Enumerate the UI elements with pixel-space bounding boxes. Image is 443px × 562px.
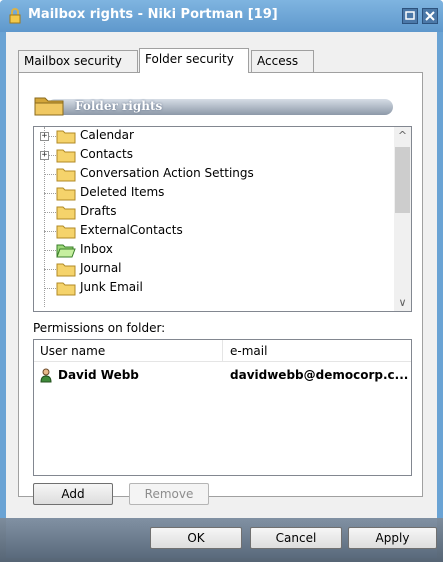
folder-icon — [56, 187, 76, 201]
dialog-window: Mailbox rights - Niki Portman [19] Mailb… — [0, 0, 443, 562]
tree-item-drafts[interactable]: Drafts — [34, 203, 389, 222]
tree-connector — [44, 250, 56, 251]
open-folder-icon — [56, 244, 76, 258]
tree-item-contacts[interactable]: + Contacts — [34, 146, 389, 165]
column-header-email[interactable]: e-mail — [230, 344, 267, 358]
close-icon — [425, 11, 435, 21]
tree-item-label: Conversation Action Settings — [80, 166, 254, 180]
ok-button[interactable]: OK — [150, 527, 242, 549]
tab-folder-security[interactable]: Folder security — [139, 48, 249, 73]
scroll-down-arrow-icon[interactable]: ∨ — [394, 294, 411, 311]
restore-button[interactable] — [402, 8, 418, 24]
scroll-thumb[interactable] — [395, 147, 410, 213]
folder-icon — [34, 97, 64, 116]
folder-icon — [56, 168, 76, 182]
tree-connector — [44, 269, 56, 270]
expand-icon[interactable]: + — [40, 151, 49, 160]
tree-item-label: Junk Email — [80, 280, 143, 294]
user-email: davidwebb@democorp.c... — [230, 368, 408, 382]
folder-tree[interactable]: + Calendar + Contacts Conversation Actio… — [33, 126, 412, 312]
tree-item-label: Calendar — [80, 128, 134, 142]
dialog-client: Mailbox security Folder security Access … — [6, 32, 437, 518]
restore-icon — [405, 11, 415, 20]
tree-item-calendar[interactable]: + Calendar — [34, 127, 389, 146]
tab-access[interactable]: Access — [251, 50, 314, 72]
title-bar[interactable]: Mailbox rights - Niki Portman [19] — [0, 0, 443, 32]
folder-icon — [56, 282, 76, 296]
user-icon — [40, 368, 52, 383]
tree-item-junk-email[interactable]: Junk Email — [34, 279, 389, 298]
folder-icon — [56, 225, 76, 239]
folder-icon — [56, 263, 76, 277]
add-button[interactable]: Add — [33, 483, 113, 505]
permissions-header: User name e-mail — [34, 340, 411, 362]
tree-connector — [44, 288, 56, 289]
permissions-label: Permissions on folder: — [33, 321, 166, 335]
tree-item-label: ExternalContacts — [80, 223, 183, 237]
user-name: David Webb — [58, 368, 139, 382]
remove-button[interactable]: Remove — [129, 483, 209, 505]
tree-item-inbox[interactable]: Inbox — [34, 241, 389, 260]
tree-connector — [48, 155, 56, 156]
window-title: Mailbox rights - Niki Portman [19] — [28, 7, 278, 22]
tab-mailbox-security[interactable]: Mailbox security — [18, 50, 138, 72]
column-divider[interactable] — [222, 340, 223, 362]
permissions-list[interactable]: User name e-mail David Webb davidwebb@de… — [33, 339, 412, 476]
tree-item-label: Journal — [80, 261, 122, 275]
folder-security-panel: Folder rights + Calendar + Contacts Conv… — [18, 72, 423, 505]
bottom-button-bar: OK Cancel Apply — [0, 518, 443, 562]
folder-icon — [56, 149, 76, 163]
tree-scrollbar[interactable]: ^ ∨ — [394, 127, 411, 311]
scroll-up-arrow-icon[interactable]: ^ — [394, 127, 411, 144]
tree-connector — [44, 193, 56, 194]
apply-button[interactable]: Apply — [348, 527, 437, 549]
lock-icon — [9, 8, 21, 24]
folder-icon — [56, 206, 76, 220]
tree-item-conversation-action-settings[interactable]: Conversation Action Settings — [34, 165, 389, 184]
folder-icon — [56, 130, 76, 144]
tree-connector — [44, 174, 56, 175]
table-row[interactable]: David Webb davidwebb@democorp.c... — [34, 366, 411, 386]
expand-icon[interactable]: + — [40, 132, 49, 141]
column-header-user-name[interactable]: User name — [40, 344, 105, 358]
tree-item-label: Inbox — [80, 242, 113, 256]
tree-item-label: Deleted Items — [80, 185, 165, 199]
tree-item-label: Contacts — [80, 147, 133, 161]
cancel-button[interactable]: Cancel — [250, 527, 342, 549]
tree-item-journal[interactable]: Journal — [34, 260, 389, 279]
tree-item-deleted-items[interactable]: Deleted Items — [34, 184, 389, 203]
tree-connector — [44, 231, 56, 232]
tree-connector — [48, 136, 56, 137]
close-button[interactable] — [422, 8, 438, 24]
folder-rights-title: Folder rights — [75, 99, 163, 113]
tree-item-externalcontacts[interactable]: ExternalContacts — [34, 222, 389, 241]
folder-rights-header: Folder rights — [33, 93, 393, 117]
tree-item-label: Drafts — [80, 204, 117, 218]
tree-connector — [44, 212, 56, 213]
